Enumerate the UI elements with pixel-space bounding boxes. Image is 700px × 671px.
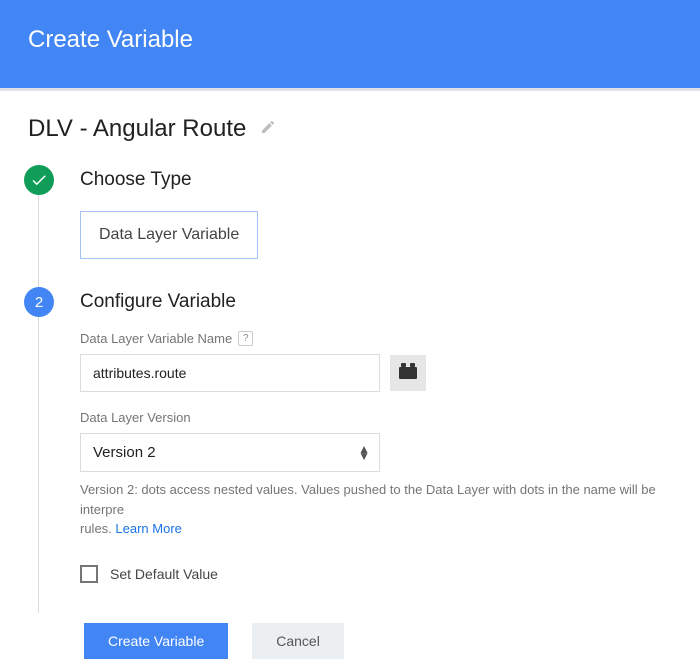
steps: Choose Type Data Layer Variable 2 Config… bbox=[24, 165, 700, 613]
dlv-name-field: Data Layer Variable Name ? bbox=[80, 331, 700, 392]
variable-type-label: Data Layer Variable bbox=[99, 226, 239, 243]
default-value-row: Set Default Value bbox=[80, 565, 700, 583]
step2-number-icon: 2 bbox=[24, 287, 54, 317]
action-buttons: Create Variable Cancel bbox=[24, 623, 700, 659]
step1-title: Choose Type bbox=[80, 169, 700, 191]
step-connector bbox=[38, 195, 39, 287]
default-value-label: Set Default Value bbox=[110, 566, 218, 582]
page-header-title: Create Variable bbox=[28, 26, 193, 53]
variable-name: DLV - Angular Route bbox=[28, 115, 246, 143]
edit-name-icon[interactable] bbox=[260, 119, 276, 140]
variable-type-selector[interactable]: Data Layer Variable bbox=[80, 211, 258, 259]
dlv-version-label-row: Data Layer Version bbox=[80, 410, 700, 425]
dlv-name-label-row: Data Layer Variable Name ? bbox=[80, 331, 700, 346]
dlv-version-value: Version 2 bbox=[93, 444, 156, 461]
variable-title-row: DLV - Angular Route bbox=[24, 115, 700, 143]
step-choose-type: Choose Type Data Layer Variable bbox=[24, 165, 700, 287]
page-header: Create Variable bbox=[0, 0, 700, 91]
dlv-version-label: Data Layer Version bbox=[80, 410, 191, 425]
help-text-line2: rules. bbox=[80, 521, 115, 536]
step2-title: Configure Variable bbox=[80, 291, 700, 313]
step-configure-variable: 2 Configure Variable Data Layer Variable… bbox=[24, 287, 700, 613]
dlv-name-input[interactable] bbox=[80, 354, 380, 392]
help-icon[interactable]: ? bbox=[238, 331, 253, 346]
step-connector bbox=[38, 317, 39, 613]
dlv-version-select[interactable]: Version 2 ▲▼ bbox=[80, 433, 380, 472]
step1-complete-icon bbox=[24, 165, 54, 195]
chevron-updown-icon: ▲▼ bbox=[358, 446, 370, 460]
insert-variable-button[interactable] bbox=[390, 355, 426, 391]
learn-more-link[interactable]: Learn More bbox=[115, 521, 181, 536]
help-text-line1: Version 2: dots access nested values. Va… bbox=[80, 482, 656, 517]
content-area: DLV - Angular Route Choose Type Data Lay… bbox=[0, 91, 700, 659]
default-value-checkbox[interactable] bbox=[80, 565, 98, 583]
brick-icon bbox=[399, 367, 417, 379]
dlv-version-field: Data Layer Version Version 2 ▲▼ Version … bbox=[80, 410, 700, 539]
cancel-button[interactable]: Cancel bbox=[252, 623, 344, 659]
dlv-name-label: Data Layer Variable Name bbox=[80, 331, 232, 346]
step2-number: 2 bbox=[35, 294, 43, 311]
dlv-version-help: Version 2: dots access nested values. Va… bbox=[80, 480, 700, 539]
create-variable-button[interactable]: Create Variable bbox=[84, 623, 228, 659]
